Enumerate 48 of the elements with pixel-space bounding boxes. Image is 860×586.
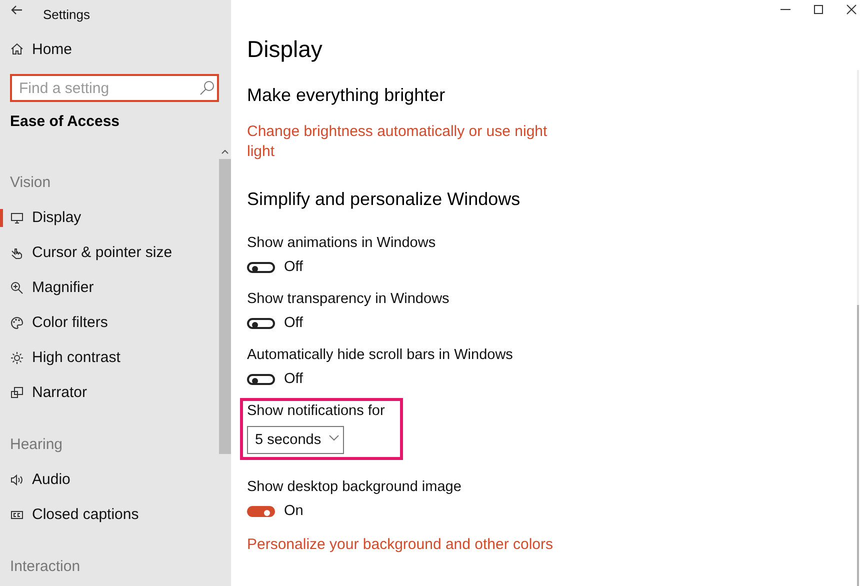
nav-item[interactable]: High contrast [0, 340, 219, 375]
speaker-icon [10, 472, 24, 486]
setting-label: Show animations in Windows [247, 234, 437, 252]
toggle-state: Off [284, 315, 304, 331]
chevron-down-icon [329, 435, 339, 441]
palette-icon [10, 316, 24, 330]
link[interactable]: Change brightness automatically or use night light [247, 122, 557, 162]
toggle-state: Off [284, 371, 304, 387]
home-nav-item[interactable]: Home [0, 32, 231, 66]
back-arrow-icon [11, 5, 23, 15]
page-title: Display [247, 35, 324, 64]
nav-item[interactable]: Magnifier [0, 270, 219, 305]
nav-item[interactable]: Cursor & pointer size [0, 235, 219, 270]
nav-item[interactable]: Display [0, 200, 219, 235]
home-icon [10, 42, 24, 56]
narrator-icon [10, 386, 24, 400]
setting-label: Automatically hide scroll bars in Windows [247, 346, 514, 364]
monitor-icon [10, 210, 24, 224]
toggle-switch[interactable] [247, 262, 275, 272]
dropdown[interactable]: 5 seconds [247, 426, 344, 454]
group-header: Hearing [9, 435, 64, 455]
nav-item[interactable]: Color filters [0, 305, 219, 340]
search-icon [199, 80, 215, 96]
window-title: Settings [43, 6, 90, 22]
setting-label: Show desktop background image [247, 478, 462, 496]
nav-item[interactable]: Audio [0, 462, 219, 497]
magnifier-icon [10, 280, 24, 294]
toggle-switch[interactable] [247, 506, 275, 516]
section-title: Ease of Access [9, 112, 121, 132]
group-header: Interaction [9, 557, 82, 577]
scrollbar-thumb[interactable] [857, 305, 859, 586]
sun-icon [10, 350, 24, 364]
toggle-switch[interactable] [247, 374, 275, 384]
link[interactable]: Personalize your background and other colors [247, 535, 557, 555]
toggle-switch[interactable] [247, 318, 275, 328]
group-header: Vision [9, 173, 52, 193]
section-heading: Make everything brighter [247, 84, 446, 107]
toggle-state: Off [284, 259, 304, 275]
setting-label: Show transparency in Windows [247, 290, 450, 308]
nav-item[interactable]: Closed captions [0, 497, 219, 532]
section-heading: Simplify and personalize Windows [247, 188, 522, 211]
scroll-up-icon [221, 149, 229, 154]
nav-item[interactable]: Narrator [0, 375, 219, 410]
close-icon [846, 4, 857, 15]
maximize-icon [813, 4, 824, 15]
toggle-state: On [284, 503, 304, 519]
search-field[interactable]: Find a setting [10, 74, 219, 102]
setting-label: Show notifications for [247, 402, 386, 420]
